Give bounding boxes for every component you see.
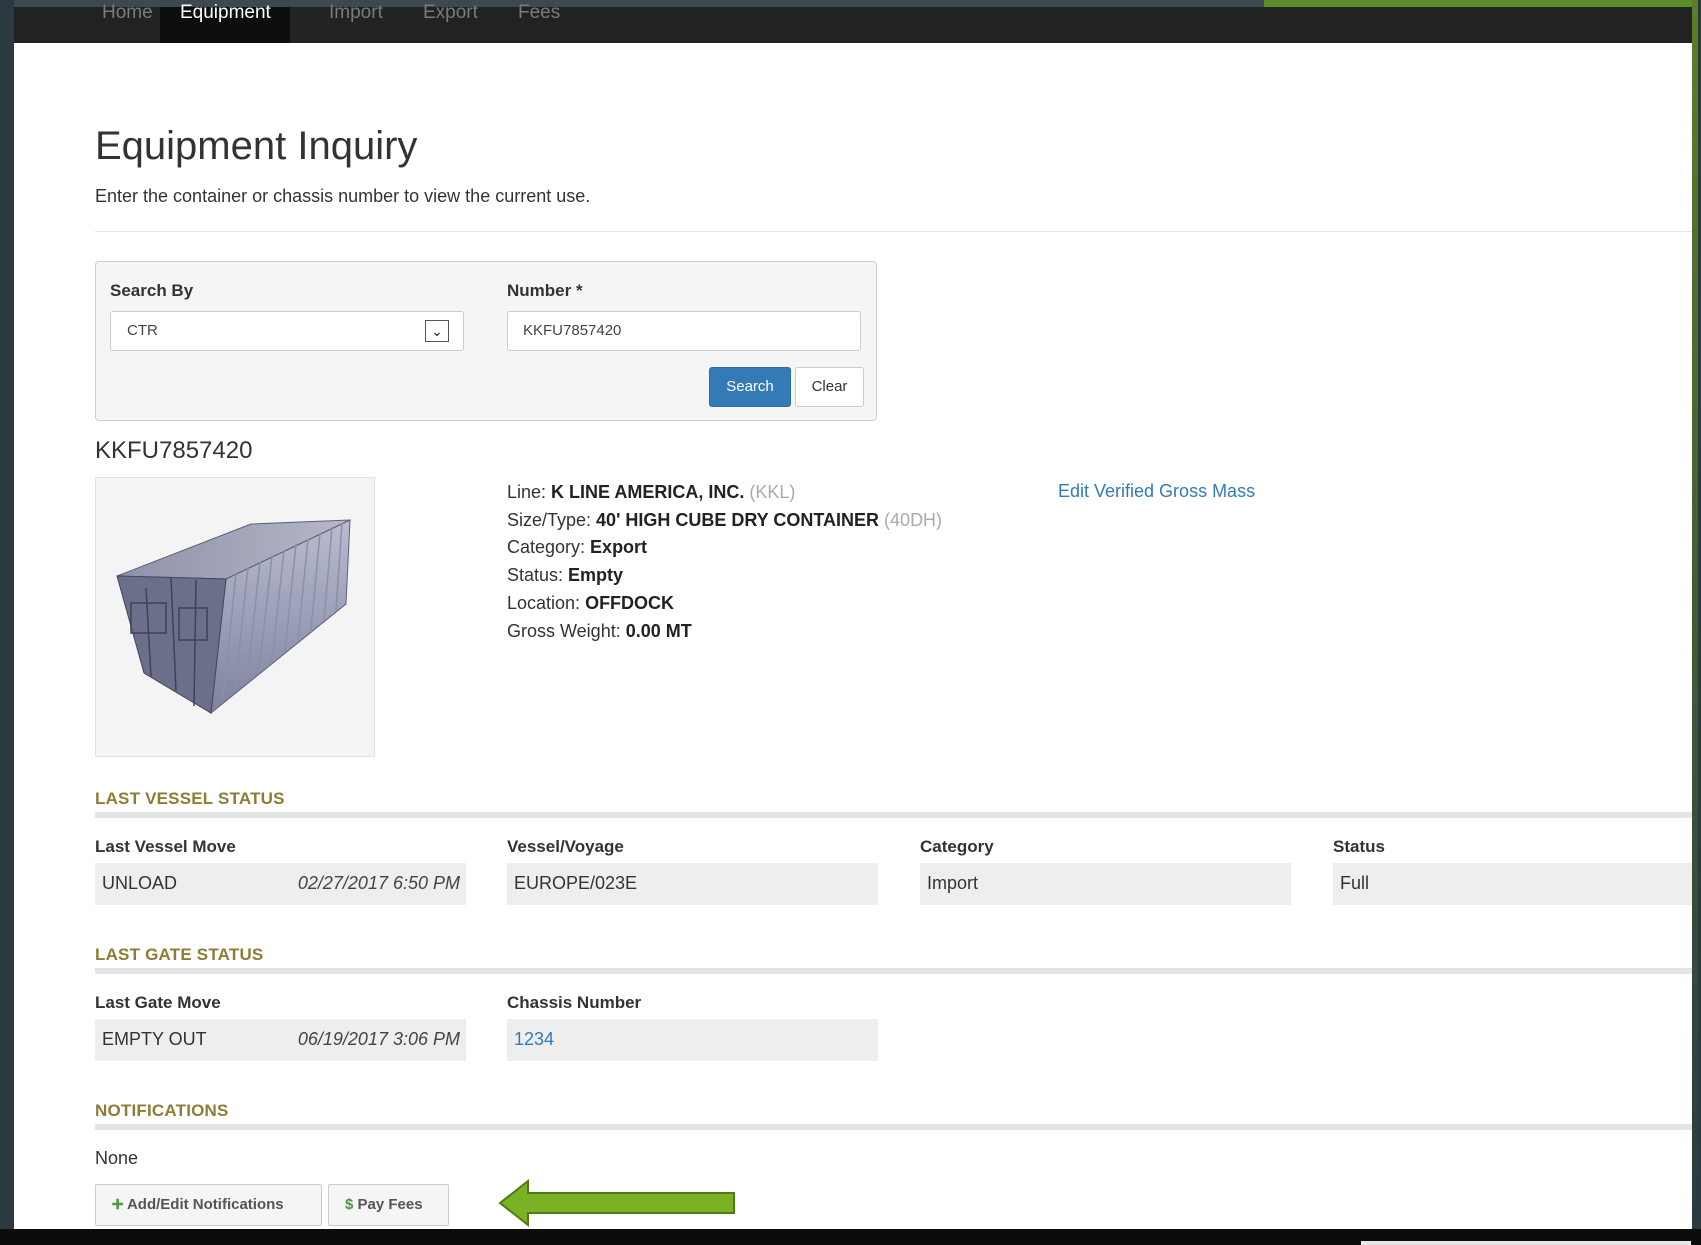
vessel-voyage-value: EUROPE/023E: [507, 863, 878, 905]
chassis-number-label: Chassis Number: [507, 993, 642, 1012]
gate-status-rule: [95, 968, 1698, 974]
detail-status: Status: Empty: [507, 565, 624, 586]
number-input[interactable]: KKFU7857420: [507, 311, 861, 351]
screen-frame: Home Equipment Import Export Fees Equipm…: [0, 0, 1701, 1245]
container-details: Line: K LINE AMERICA, INC. (KKL) Size/Ty…: [507, 479, 942, 645]
clear-button[interactable]: Clear: [795, 367, 864, 407]
container-illustration-icon: [116, 519, 351, 715]
last-vessel-move-label: Last Vessel Move: [95, 837, 236, 856]
container-image: [95, 477, 375, 757]
notifications-rule: [95, 1124, 1698, 1130]
vessel-category-label: Category: [920, 837, 994, 856]
detail-size-type: Size/Type: 40' HIGH CUBE DRY CONTAINER (…: [507, 509, 943, 530]
vessel-status-value: Full: [1333, 863, 1698, 905]
container-number-heading: KKFU7857420: [95, 437, 253, 464]
vessel-category-value: Import: [920, 863, 1291, 905]
last-vessel-move-date: 02/27/2017 6:50 PM: [297, 873, 460, 893]
search-button[interactable]: Search: [709, 367, 791, 407]
browser-page: Home Equipment Import Export Fees Equipm…: [14, 0, 1698, 1230]
bottom-taskbar: [0, 1229, 1701, 1245]
left-arrow-icon: [498, 1178, 735, 1228]
vessel-status-heading: LAST VESSEL STATUS: [95, 789, 285, 808]
detail-category: Category: Export: [507, 537, 648, 558]
last-gate-move-value: EMPTY OUT 06/19/2017 3:06 PM: [95, 1019, 466, 1061]
last-gate-move-label: Last Gate Move: [95, 993, 221, 1012]
right-edge-strip: [1692, 0, 1698, 1230]
last-vessel-move-value: UNLOAD 02/27/2017 6:50 PM: [95, 863, 466, 905]
detail-gross-weight: Gross Weight: 0.00 MT: [507, 620, 692, 641]
chassis-number-value: 1234: [507, 1019, 878, 1061]
detail-location: Location: OFFDOCK: [507, 592, 675, 613]
notifications-heading: NOTIFICATIONS: [95, 1101, 229, 1120]
vessel-status-rule: [95, 812, 1698, 818]
notifications-value: None: [95, 1148, 139, 1168]
top-navbar: Home Equipment Import Export Fees: [14, 0, 1698, 43]
nav-equipment[interactable]: Equipment: [160, 3, 290, 43]
detail-line: Line: K LINE AMERICA, INC. (KKL): [507, 482, 796, 502]
vessel-status-label: Status: [1333, 837, 1385, 856]
chevron-down-icon[interactable]: ⌄: [425, 320, 449, 342]
page-title: Equipment Inquiry: [95, 124, 418, 168]
add-edit-notifications-label: Add/Edit Notifications: [126, 1196, 284, 1213]
plus-circle-icon: ➕︎: [112, 1196, 124, 1213]
search-by-label: Search By: [110, 281, 194, 300]
nav-import[interactable]: Import: [309, 3, 403, 43]
last-gate-move-date: 06/19/2017 3:06 PM: [297, 1029, 460, 1049]
header-accent-bar: [1264, 0, 1698, 7]
nav-fees[interactable]: Fees: [498, 3, 580, 43]
page-subtitle: Enter the container or chassis number to…: [95, 186, 591, 206]
add-edit-notifications-button[interactable]: ➕︎ Add/Edit Notifications: [95, 1184, 322, 1226]
gate-status-heading: LAST GATE STATUS: [95, 945, 264, 964]
nav-export[interactable]: Export: [403, 3, 498, 43]
header-divider: [95, 231, 1698, 232]
number-label: Number *: [507, 281, 583, 300]
edit-verified-gross-mass-link[interactable]: Edit Verified Gross Mass: [1058, 481, 1255, 502]
search-by-select[interactable]: CTR ⌄: [110, 311, 464, 351]
chassis-number-link[interactable]: 1234: [514, 1029, 554, 1049]
vessel-voyage-label: Vessel/Voyage: [507, 837, 624, 856]
pay-fees-label: Pay Fees: [357, 1196, 423, 1213]
pay-fees-button[interactable]: $ Pay Fees: [328, 1184, 449, 1226]
dollar-icon: $: [345, 1196, 354, 1213]
taskbar-highlight: [1361, 1241, 1691, 1245]
search-by-value: CTR: [127, 322, 158, 339]
